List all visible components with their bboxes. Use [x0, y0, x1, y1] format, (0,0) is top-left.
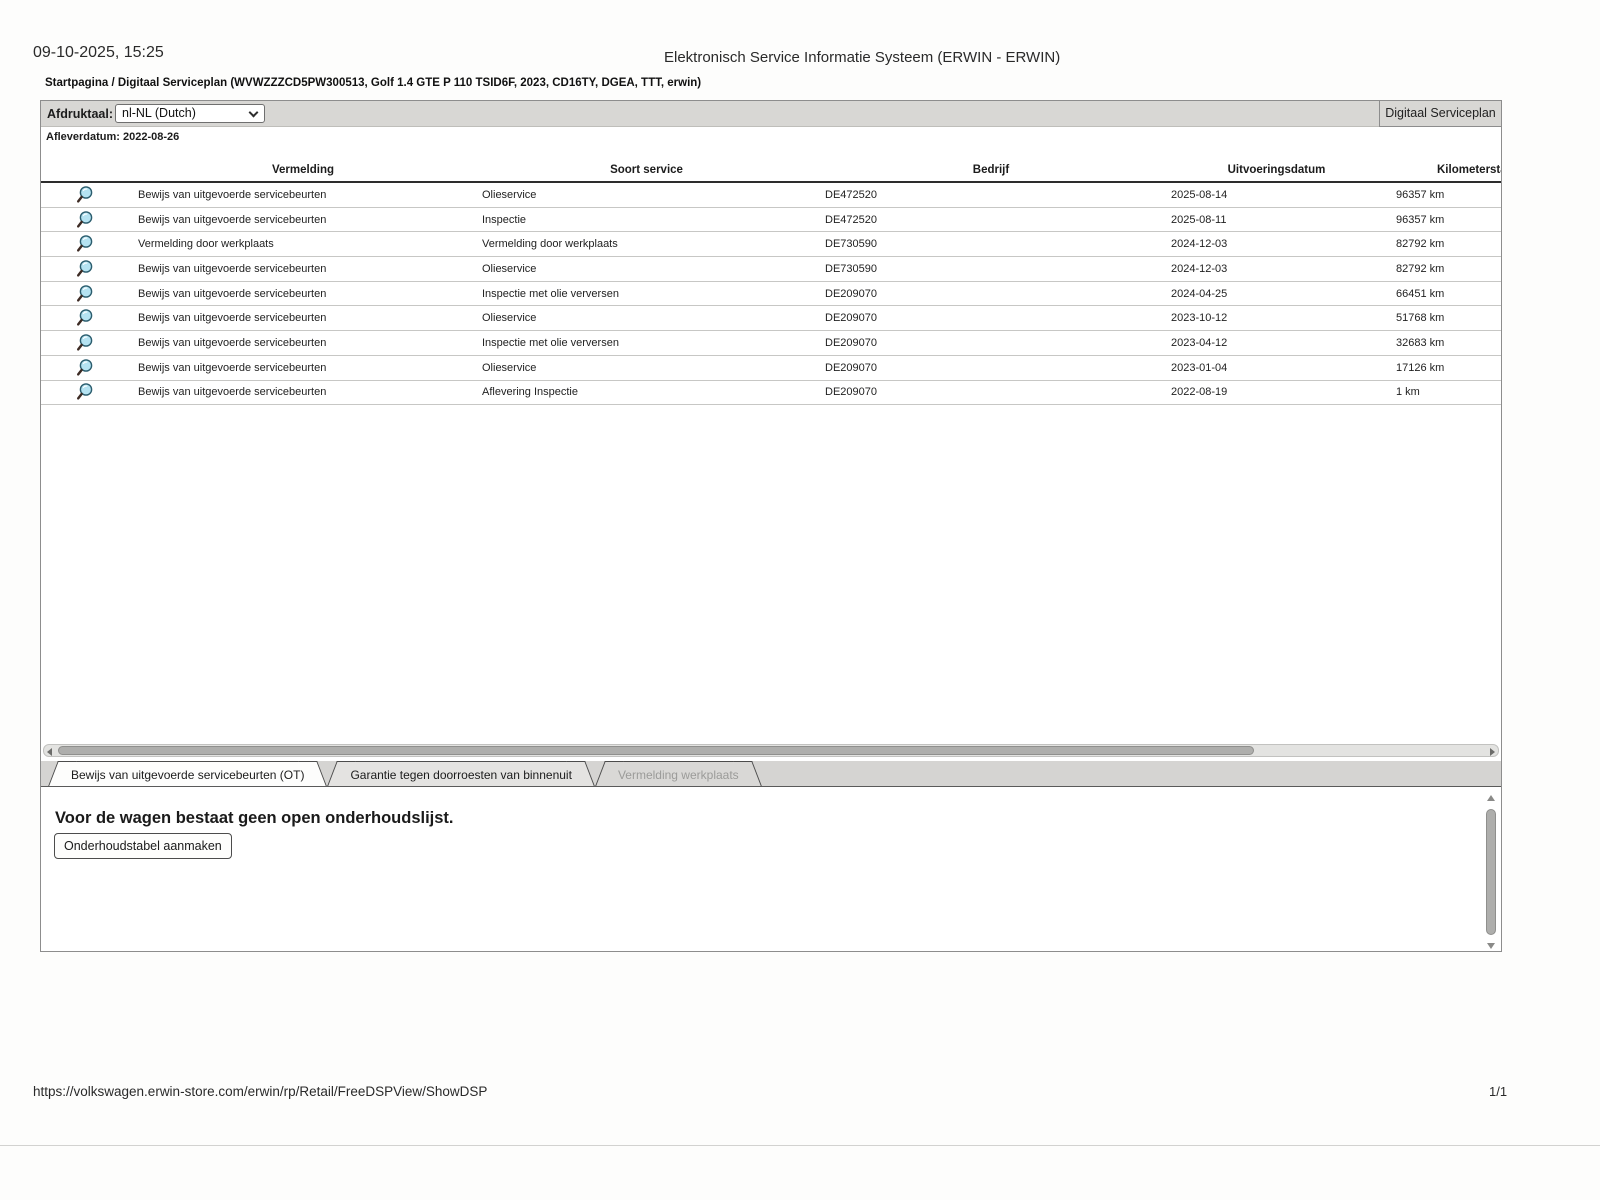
table-header-row: Vermelding Soort service Bedrijf Uitvoer…: [41, 153, 1501, 183]
cell-bedrijf: DE209070: [825, 312, 877, 325]
cell-soort-service: Inspectie: [482, 213, 527, 226]
cell-bedrijf: DE730590: [825, 262, 877, 275]
magnifier-icon[interactable]: [76, 358, 96, 378]
magnifier-icon[interactable]: [76, 308, 96, 328]
digitaal-serviceplan-label: Digitaal Serviceplan: [1379, 101, 1501, 127]
cell-uitvoeringsdatum: 2024-12-03: [1171, 262, 1228, 275]
cell-bedrijf: DE209070: [825, 386, 877, 399]
vertical-scrollbar-thumb[interactable]: [1486, 809, 1496, 935]
tab-content-panel: Voor de wagen bestaat geen open onderhou…: [41, 787, 1501, 951]
scroll-down-icon[interactable]: [1487, 943, 1495, 949]
cell-bedrijf: DE209070: [825, 361, 877, 374]
column-header-uitvoeringsdatum: Uitvoeringsdatum: [1227, 164, 1326, 176]
magnifier-icon[interactable]: [76, 210, 96, 230]
breadcrumb: Startpagina / Digitaal Serviceplan (WVWZ…: [45, 77, 702, 89]
cell-soort-service: Inspectie met olie verversen: [482, 287, 619, 300]
table-row: Bewijs van uitgevoerde servicebeurten In…: [41, 282, 1501, 307]
cell-kilometerstand: 1 km: [1396, 386, 1420, 399]
magnifier-icon[interactable]: [76, 382, 96, 402]
cell-vermelding: Bewijs van uitgevoerde servicebeurten: [138, 262, 327, 275]
chevron-down-icon: [248, 107, 259, 118]
vertical-scrollbar[interactable]: [1484, 793, 1498, 949]
cell-soort-service: Olieservice: [482, 188, 537, 201]
column-header-soort-service: Soort service: [610, 164, 683, 176]
print-language-select[interactable]: nl-NL (Dutch): [115, 104, 265, 123]
table-row: Vermelding door werkplaats Vermelding do…: [41, 232, 1501, 258]
cell-soort-service: Olieservice: [482, 361, 537, 374]
print-datetime: 09-10-2025, 15:25: [33, 44, 164, 61]
magnifier-icon[interactable]: [76, 284, 96, 304]
table-row: Bewijs van uitgevoerde servicebeurten Ol…: [41, 257, 1501, 282]
cell-uitvoeringsdatum: 2025-08-14: [1171, 188, 1228, 201]
horizontal-scrollbar[interactable]: [43, 744, 1499, 757]
cell-kilometerstand: 96357 km: [1396, 213, 1445, 226]
page-title: Elektronisch Service Informatie Systeem …: [664, 49, 1061, 66]
cell-kilometerstand: 82792 km: [1396, 238, 1445, 251]
scroll-right-icon[interactable]: [1490, 748, 1495, 756]
cell-uitvoeringsdatum: 2025-08-11: [1171, 213, 1227, 226]
cell-uitvoeringsdatum: 2024-12-03: [1171, 238, 1228, 251]
table-row: Bewijs van uitgevoerde servicebeurten Ol…: [41, 183, 1501, 208]
scroll-up-icon[interactable]: [1487, 795, 1495, 801]
cell-soort-service: Olieservice: [482, 262, 537, 275]
cell-uitvoeringsdatum: 2023-01-04: [1171, 361, 1228, 374]
cell-vermelding: Vermelding door werkplaats: [138, 238, 274, 251]
cell-vermelding: Bewijs van uitgevoerde servicebeurten: [138, 386, 327, 399]
print-language-label: Afdruktaal:: [47, 107, 113, 121]
column-header-bedrijf: Bedrijf: [972, 164, 1010, 176]
column-header-kilometerstand: Kilometerstand: [1437, 164, 1501, 176]
print-language-value: nl-NL (Dutch): [122, 106, 196, 120]
tab-bewijs-servicebeurten[interactable]: Bewijs van uitgevoerde servicebeurten (O…: [61, 761, 315, 786]
tab-garantie-doorroesten[interactable]: Garantie tegen doorroesten van binnenuit: [340, 761, 582, 786]
cell-uitvoeringsdatum: 2023-10-12: [1171, 312, 1228, 325]
cell-soort-service: Inspectie met olie verversen: [482, 336, 619, 349]
print-footer-url: https://volkswagen.erwin-store.com/erwin…: [33, 1084, 488, 1099]
cell-kilometerstand: 66451 km: [1396, 287, 1445, 300]
table-row: Bewijs van uitgevoerde servicebeurten Ol…: [41, 306, 1501, 332]
tab-vermelding-werkplaats[interactable]: Vermelding werkplaats: [607, 761, 749, 786]
scroll-left-icon[interactable]: [47, 748, 52, 756]
cell-soort-service: Aflevering Inspectie: [482, 386, 578, 399]
toolbar: Afdruktaal: nl-NL (Dutch) Digitaal Servi…: [41, 101, 1501, 127]
cell-vermelding: Bewijs van uitgevoerde servicebeurten: [138, 188, 327, 201]
cell-bedrijf: DE209070: [825, 336, 877, 349]
cell-uitvoeringsdatum: 2023-04-12: [1171, 336, 1228, 349]
table-row: Bewijs van uitgevoerde servicebeurten In…: [41, 331, 1501, 356]
app-frame: Afdruktaal: nl-NL (Dutch) Digitaal Servi…: [40, 100, 1502, 952]
cell-vermelding: Bewijs van uitgevoerde servicebeurten: [138, 361, 327, 374]
table-row: Bewijs van uitgevoerde servicebeurten Af…: [41, 381, 1501, 406]
cell-bedrijf: DE472520: [825, 188, 877, 201]
cell-bedrijf: DE730590: [825, 238, 877, 251]
delivery-date: Afleverdatum: 2022-08-26: [46, 131, 180, 143]
scan-artifact-line: [0, 1145, 1600, 1146]
column-header-vermelding: Vermelding: [272, 164, 334, 176]
cell-soort-service: Olieservice: [482, 312, 537, 325]
horizontal-scrollbar-thumb[interactable]: [58, 746, 1254, 755]
cell-bedrijf: DE209070: [825, 287, 877, 300]
cell-vermelding: Bewijs van uitgevoerde servicebeurten: [138, 336, 327, 349]
service-history-table: Vermelding Soort service Bedrijf Uitvoer…: [41, 153, 1501, 406]
magnifier-icon[interactable]: [76, 234, 96, 254]
print-footer-page-number: 1/1: [1489, 1084, 1508, 1099]
cell-bedrijf: DE472520: [825, 213, 877, 226]
table-row: Bewijs van uitgevoerde servicebeurten In…: [41, 208, 1501, 233]
cell-kilometerstand: 82792 km: [1396, 262, 1445, 275]
cell-vermelding: Bewijs van uitgevoerde servicebeurten: [138, 213, 327, 226]
table-row: Bewijs van uitgevoerde servicebeurten Ol…: [41, 356, 1501, 381]
no-open-maintenance-message: Voor de wagen bestaat geen open onderhou…: [55, 809, 454, 827]
magnifier-icon[interactable]: [76, 259, 96, 279]
cell-uitvoeringsdatum: 2024-04-25: [1171, 287, 1228, 300]
magnifier-icon[interactable]: [76, 185, 96, 205]
cell-kilometerstand: 96357 km: [1396, 188, 1445, 201]
magnifier-icon[interactable]: [76, 333, 96, 353]
cell-kilometerstand: 17126 km: [1396, 361, 1445, 374]
create-maintenance-table-button[interactable]: Onderhoudstabel aanmaken: [54, 833, 232, 859]
cell-vermelding: Bewijs van uitgevoerde servicebeurten: [138, 312, 327, 325]
cell-soort-service: Vermelding door werkplaats: [482, 238, 618, 251]
cell-kilometerstand: 32683 km: [1396, 336, 1445, 349]
cell-kilometerstand: 51768 km: [1396, 312, 1445, 325]
tab-strip: Bewijs van uitgevoerde servicebeurten (O…: [41, 761, 1501, 787]
cell-vermelding: Bewijs van uitgevoerde servicebeurten: [138, 287, 327, 300]
cell-uitvoeringsdatum: 2022-08-19: [1171, 386, 1228, 399]
